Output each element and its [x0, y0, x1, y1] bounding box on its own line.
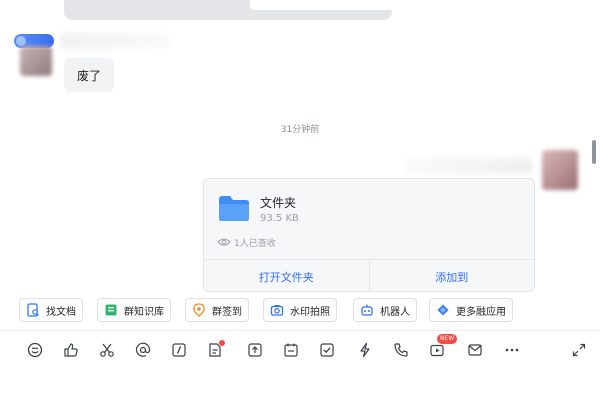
message-bubble-left[interactable]: 废了	[64, 58, 114, 92]
video-icon	[430, 344, 444, 357]
quick-actions-bar: 找文档 群知识库 群签到 水印拍照 机器人 更多融应用	[0, 294, 600, 328]
new-badge: NEW	[437, 334, 458, 344]
quick-action-button[interactable]	[355, 340, 375, 360]
file-name: 文件夹	[260, 196, 297, 210]
mail-icon	[468, 344, 482, 356]
message-input[interactable]	[0, 369, 600, 400]
file-card[interactable]: 文件夹 93.5 KB 1人已查收 打开文件夹 添加到	[203, 178, 535, 292]
previous-message-inner	[250, 0, 426, 10]
robot-chip[interactable]: 机器人	[353, 298, 417, 322]
doc-search-icon	[27, 303, 39, 317]
chip-label: 找文档	[46, 306, 76, 318]
apps-icon	[437, 304, 449, 316]
input-toolbar: NEW	[0, 331, 600, 369]
chat-scrollbar-thumb[interactable]	[592, 140, 596, 164]
mail-button[interactable]	[465, 340, 485, 360]
card-actions: 打开文件夹 添加到	[204, 260, 535, 291]
notification-dot	[219, 340, 225, 346]
calendar-button[interactable]	[281, 340, 301, 360]
message-text: 废了	[76, 68, 101, 83]
lightning-icon	[360, 342, 370, 358]
add-to-button[interactable]: 添加到	[368, 260, 535, 291]
camera-icon	[270, 305, 284, 316]
avatar-right[interactable]	[542, 150, 578, 190]
format-button[interactable]	[169, 340, 189, 360]
emoji-button[interactable]	[25, 340, 45, 360]
open-folder-button[interactable]: 打开文件夹	[204, 260, 369, 291]
sender-name-redacted	[60, 33, 170, 49]
chip-label: 群知识库	[124, 306, 164, 318]
watermark-photo-chip[interactable]: 水印拍照	[263, 298, 337, 322]
previous-message-bubble	[64, 0, 426, 20]
chip-label: 更多融应用	[456, 306, 506, 318]
phone-icon	[394, 343, 408, 357]
find-doc-chip[interactable]: 找文档	[19, 298, 83, 322]
more-apps-chip[interactable]: 更多融应用	[429, 298, 513, 322]
chat-scrollbar-track[interactable]	[590, 100, 598, 290]
mention-icon	[135, 342, 151, 357]
more-button[interactable]	[502, 340, 522, 360]
calendar-icon	[284, 343, 298, 357]
voice-call-button[interactable]	[391, 340, 411, 360]
more-icon	[505, 348, 519, 352]
italic-icon	[172, 343, 186, 357]
chip-label: 机器人	[380, 306, 410, 318]
expand-icon	[572, 343, 586, 357]
scissors-icon	[100, 343, 114, 357]
thumbs-up-icon	[64, 343, 78, 357]
avatar-left[interactable]	[20, 46, 52, 76]
knowledge-base-icon	[105, 304, 117, 316]
message-timestamp: 31分钟前	[280, 125, 320, 135]
send-file-icon	[248, 343, 262, 357]
robot-icon	[361, 304, 373, 316]
checkin-chip[interactable]: 群签到	[185, 298, 249, 322]
checklist-icon	[320, 343, 334, 357]
screenshot-button[interactable]	[97, 340, 117, 360]
mention-button[interactable]	[133, 340, 153, 360]
chip-label: 水印拍照	[290, 306, 330, 318]
knowledge-base-chip[interactable]: 群知识库	[97, 298, 171, 322]
file-size: 93.5 KB	[260, 213, 299, 224]
emoji-icon	[27, 342, 43, 358]
sender-name-redacted-right	[405, 158, 533, 174]
eye-icon	[217, 238, 231, 246]
folder-icon	[219, 196, 249, 221]
thumbs-up-button[interactable]	[61, 340, 81, 360]
seen-count-text[interactable]: 1人已查收	[234, 236, 276, 249]
send-file-button[interactable]	[245, 340, 265, 360]
task-button[interactable]	[205, 340, 225, 360]
expand-editor-button[interactable]	[569, 340, 589, 360]
chip-label: 群签到	[212, 306, 242, 318]
video-button[interactable]: NEW	[427, 334, 458, 360]
checkin-icon	[193, 303, 205, 317]
checklist-button[interactable]	[317, 340, 337, 360]
